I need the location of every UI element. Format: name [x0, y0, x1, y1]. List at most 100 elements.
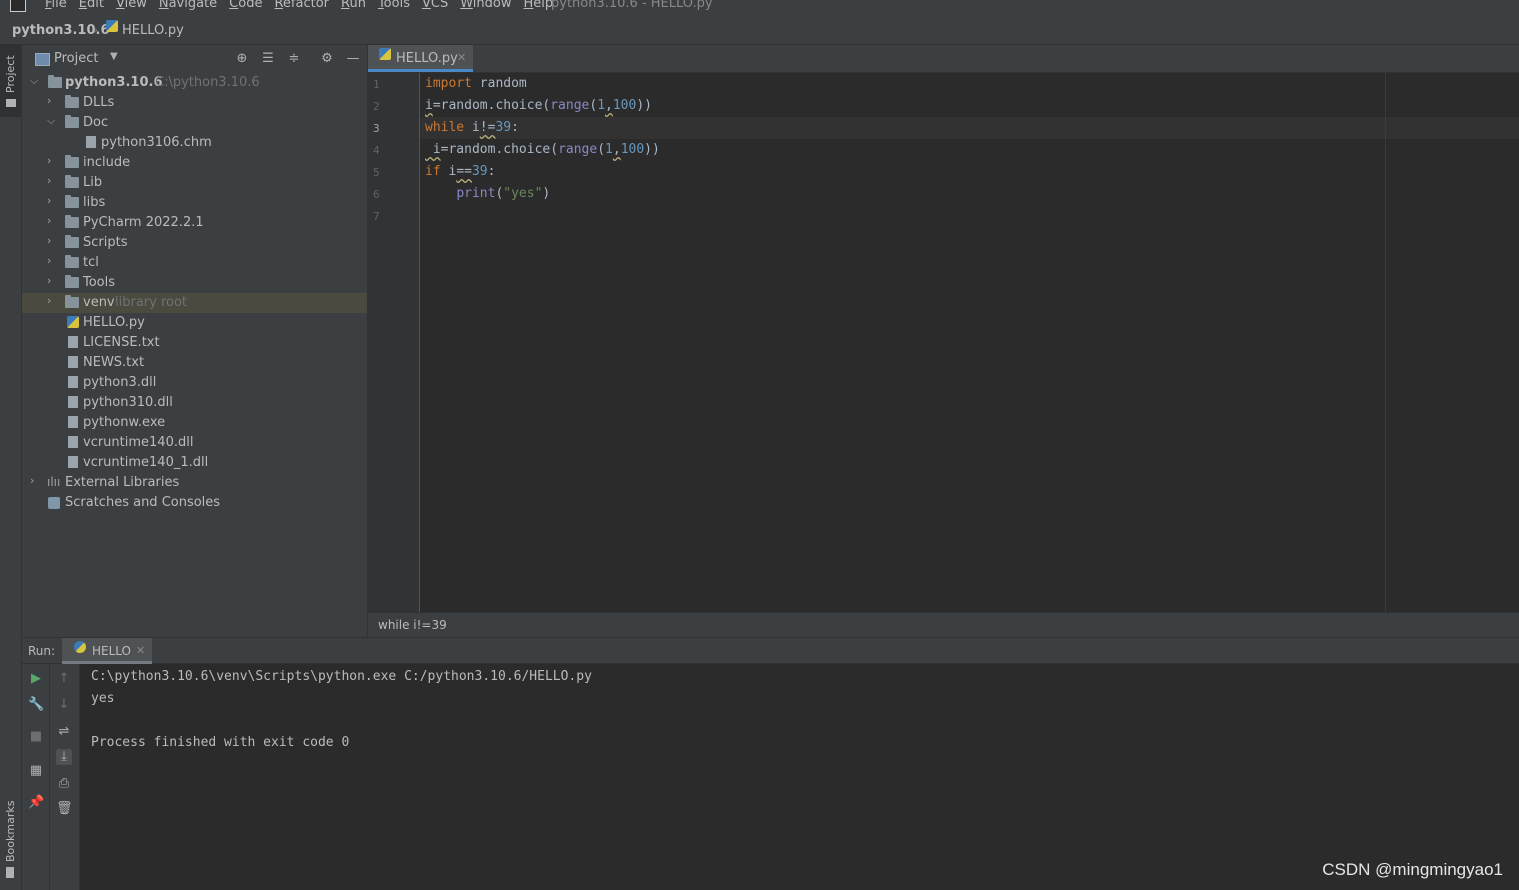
library-icon: ılıı — [47, 475, 61, 489]
folder-icon — [48, 75, 62, 88]
dll-file-icon — [68, 436, 78, 448]
rerun-icon[interactable]: ▶ — [28, 671, 44, 687]
folder-icon — [65, 95, 79, 108]
run-tab-hello[interactable]: HELLO ✕ — [62, 638, 152, 664]
tree-item-tcl[interactable]: › tcl — [22, 253, 367, 273]
print-icon[interactable]: ⎙ — [56, 776, 72, 792]
arrow-down-icon[interactable]: ↓ — [56, 697, 72, 713]
code-line-1: import random — [425, 76, 527, 91]
project-view-selector[interactable]: Project — [54, 51, 98, 66]
layout-icon[interactable]: ▦ — [28, 763, 44, 779]
number: 39 — [495, 120, 512, 135]
chevron-right-icon[interactable]: › — [47, 174, 59, 190]
chevron-down-icon[interactable]: ▼ — [110, 51, 118, 62]
locate-file-icon[interactable]: ⊕ — [234, 51, 250, 67]
chevron-right-icon[interactable]: › — [47, 94, 59, 110]
tree-item-vcruntime140-1[interactable]: vcruntime140_1.dll — [22, 453, 367, 473]
code-context[interactable]: while i!=39 — [378, 618, 447, 632]
tree-item-python3dll[interactable]: python3.dll — [22, 373, 367, 393]
menu-code[interactable]: Code — [229, 0, 262, 11]
tab-hello-py[interactable]: HELLO.py ✕ — [368, 45, 473, 72]
tree-item-python310dll[interactable]: python310.dll — [22, 393, 367, 413]
folder-icon — [65, 175, 79, 188]
close-icon[interactable]: ✕ — [457, 51, 466, 64]
soft-wrap-icon[interactable]: ⇌ — [56, 724, 72, 740]
chevron-right-icon[interactable]: › — [47, 194, 59, 210]
window-title: python3.10.6 - HELLO.py — [551, 0, 713, 11]
chevron-right-icon[interactable]: › — [47, 254, 59, 270]
chevron-down-icon[interactable]: ⌵ — [30, 74, 42, 90]
project-tool-tab[interactable]: Project — [0, 45, 21, 117]
tree-item-include[interactable]: › include — [22, 153, 367, 173]
tree-item-hello[interactable]: HELLO.py — [22, 313, 367, 333]
menu-tools[interactable]: Tools — [378, 0, 410, 11]
chevron-right-icon[interactable]: › — [47, 234, 59, 250]
tree-item-doc[interactable]: ⌵ Doc — [22, 113, 367, 133]
breadcrumb-file[interactable]: HELLO.py — [122, 23, 184, 38]
bookmarks-tool-tab[interactable]: Bookmarks — [0, 800, 21, 890]
menu-file[interactable]: File — [45, 0, 67, 11]
scroll-to-end-icon[interactable]: ⤓ — [56, 749, 72, 765]
wrench-icon[interactable]: 🔧 — [28, 697, 44, 713]
editor-tab-bar: HELLO.py ✕ — [368, 45, 1519, 73]
arrow-up-icon[interactable]: ↑ — [56, 671, 72, 687]
tree-item-pycharm[interactable]: › PyCharm 2022.2.1 — [22, 213, 367, 233]
code-text: , — [612, 142, 621, 157]
tree-item-libs[interactable]: › libs — [22, 193, 367, 213]
project-view-icon — [35, 53, 50, 66]
tree-item-news[interactable]: NEWS.txt — [22, 353, 367, 373]
app-logo-icon — [10, 0, 26, 12]
right-margin-guide — [1385, 73, 1386, 612]
code-editor[interactable]: import random i=random.choice(range(1,10… — [420, 73, 1519, 612]
menu-help[interactable]: Help — [524, 0, 554, 11]
tree-item-license[interactable]: LICENSE.txt — [22, 333, 367, 353]
menu-refactor[interactable]: Refactor — [274, 0, 329, 11]
menu-window[interactable]: Window — [460, 0, 511, 11]
pin-icon[interactable]: 📌 — [28, 795, 44, 811]
line-number: 6 — [373, 188, 380, 201]
stop-icon[interactable]: ■ — [28, 729, 44, 745]
gear-icon[interactable]: ⚙ — [319, 51, 335, 67]
chevron-right-icon[interactable]: › — [30, 474, 42, 490]
tree-item-scratches[interactable]: Scratches and Consoles — [22, 493, 367, 513]
tree-item-label: python3.dll — [83, 375, 157, 390]
tree-item-label: External Libraries — [65, 475, 180, 490]
tree-item-label: HELLO.py — [83, 315, 145, 330]
tree-item-label: Scripts — [83, 235, 128, 250]
tree-item-external-libraries[interactable]: › ılıı External Libraries — [22, 473, 367, 493]
tree-item-dlls[interactable]: › DLLs — [22, 93, 367, 113]
text-file-icon — [68, 356, 78, 368]
collapse-all-icon[interactable]: ≑ — [286, 51, 302, 67]
close-icon[interactable]: ✕ — [136, 644, 145, 657]
line-number: 3 — [373, 122, 380, 135]
menu-view[interactable]: View — [116, 0, 147, 11]
tree-item-venv[interactable]: › venv library root — [22, 293, 367, 313]
number: 100 — [620, 142, 645, 157]
tree-item-label: pythonw.exe — [83, 415, 166, 430]
menu-edit[interactable]: Edit — [79, 0, 104, 11]
chevron-down-icon[interactable]: ⌵ — [47, 114, 59, 130]
menu-run[interactable]: Run — [341, 0, 366, 11]
folder-icon — [65, 115, 79, 128]
menu-navigate[interactable]: Navigate — [159, 0, 217, 11]
expand-all-icon[interactable]: ☰ — [260, 51, 276, 67]
tree-item-chm[interactable]: python3106.chm — [22, 133, 367, 153]
tree-item-lib[interactable]: › Lib — [22, 173, 367, 193]
tree-item-scripts[interactable]: › Scripts — [22, 233, 367, 253]
run-console[interactable]: C:\python3.10.6\venv\Scripts\python.exe … — [80, 664, 1519, 890]
tree-item-pythonw[interactable]: pythonw.exe — [22, 413, 367, 433]
tree-item-tools[interactable]: › Tools — [22, 273, 367, 293]
code-text: : — [511, 120, 519, 135]
tree-root[interactable]: ⌵ python3.10.6 C:\python3.10.6 — [22, 73, 367, 93]
tree-item-vcruntime140[interactable]: vcruntime140.dll — [22, 433, 367, 453]
chevron-right-icon[interactable]: › — [47, 154, 59, 170]
chevron-right-icon[interactable]: › — [47, 214, 59, 230]
hide-panel-icon[interactable]: — — [345, 51, 361, 67]
chevron-right-icon[interactable]: › — [47, 294, 59, 310]
menu-vcs[interactable]: VCS — [422, 0, 448, 11]
chevron-right-icon[interactable]: › — [47, 274, 59, 290]
tab-label: HELLO.py — [396, 51, 458, 66]
keyword: import — [425, 76, 472, 91]
console-line: Process finished with exit code 0 — [91, 735, 350, 750]
trash-icon[interactable]: 🗑 — [56, 801, 73, 817]
